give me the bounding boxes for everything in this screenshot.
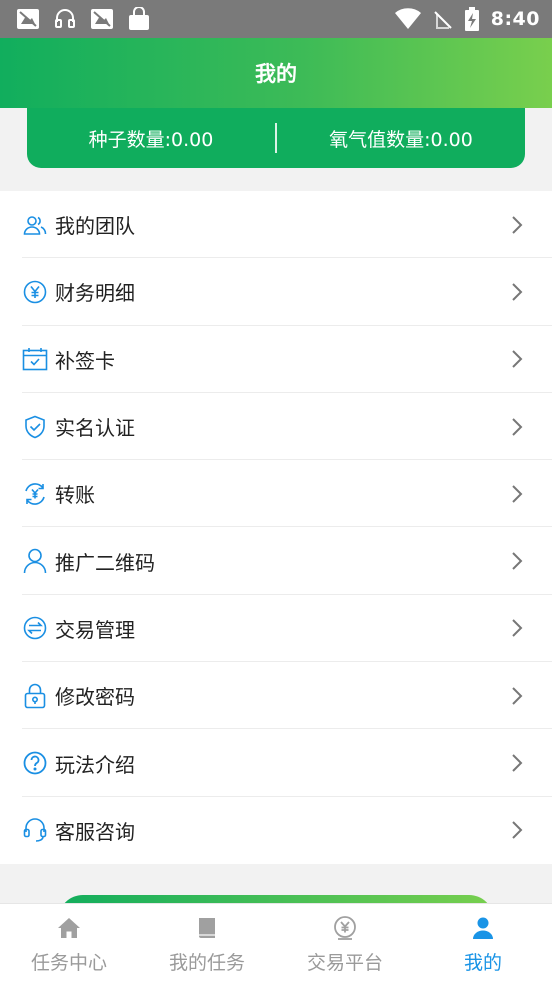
chevron-right-icon	[512, 350, 523, 368]
menu-item-transfer[interactable]: 转账	[0, 460, 552, 528]
lock-icon	[22, 683, 48, 709]
menu-item-label: 实名认证	[55, 416, 135, 441]
calendar-check-icon	[22, 346, 48, 372]
wifi-icon	[394, 8, 421, 30]
menu-item-customer-service[interactable]: 客服咨询	[0, 797, 552, 864]
oxygen-count: 氧气值数量:0.00	[329, 128, 473, 151]
chevron-right-icon	[512, 821, 523, 840]
clock: 8:40	[490, 8, 540, 30]
menu-item-promo-qrcode[interactable]: 推广二维码	[0, 527, 552, 596]
shopping-bag-icon	[127, 7, 151, 31]
status-bar: 8:40	[0, 0, 552, 38]
profile-page: 8:40 我的 种子数量:0.00 氧气值数量:0.00 我的团队 财务明细 补…	[0, 0, 552, 981]
menu-item-label: 推广二维码	[55, 550, 155, 575]
menu-item-label: 客服咨询	[55, 819, 135, 844]
tab-me[interactable]: 我的	[414, 904, 552, 981]
no-sim-icon	[433, 8, 453, 30]
question-icon	[22, 750, 48, 776]
chevron-right-icon	[512, 687, 523, 705]
menu-item-makeup-card[interactable]: 补签卡	[0, 326, 552, 394]
shield-check-icon	[22, 414, 48, 440]
menu-item-label: 交易管理	[55, 617, 135, 642]
user-icon	[22, 548, 48, 574]
tab-my-tasks[interactable]: 我的任务	[138, 904, 276, 981]
page-header: 我的	[0, 38, 552, 108]
menu-item-label: 财务明细	[55, 281, 135, 306]
battery-charging-icon	[464, 7, 479, 31]
menu-item-gameplay-guide[interactable]: 玩法介绍	[0, 729, 552, 797]
tab-label: 我的	[463, 952, 502, 974]
book-icon	[193, 914, 221, 942]
menu-item-real-name-verification[interactable]: 实名认证	[0, 393, 552, 461]
menu-item-label: 玩法介绍	[55, 752, 135, 777]
chevron-right-icon	[512, 754, 523, 772]
menu-item-label: 修改密码	[55, 685, 135, 710]
menu-item-change-password[interactable]: 修改密码	[0, 662, 552, 730]
chevron-right-icon	[512, 215, 523, 234]
menu-item-trade-management[interactable]: 交易管理	[0, 595, 552, 663]
home-icon	[55, 914, 83, 942]
page-title: 我的	[255, 62, 297, 86]
menu-item-label: 我的团队	[55, 214, 135, 239]
yen-circle-icon	[22, 279, 48, 305]
transfer-yen-icon	[22, 481, 48, 507]
chevron-right-icon	[512, 619, 523, 638]
menu-item-label: 转账	[55, 483, 95, 508]
tab-label: 我的任务	[168, 952, 245, 974]
chevron-right-icon	[512, 552, 523, 570]
menu-item-label: 补签卡	[55, 348, 115, 373]
bottom-tab-bar: 任务中心 我的任务 交易平台 我的	[0, 903, 552, 981]
tab-trading-platform[interactable]: 交易平台	[276, 904, 414, 981]
menu-item-my-team[interactable]: 我的团队	[0, 191, 552, 259]
image-icon	[16, 8, 40, 30]
yen-coin-icon	[331, 914, 359, 942]
chevron-right-icon	[512, 283, 523, 301]
chevron-right-icon	[512, 417, 523, 436]
tab-label: 任务中心	[30, 952, 107, 974]
headset-icon	[53, 7, 77, 31]
menu-item-finance-details[interactable]: 财务明细	[0, 258, 552, 326]
tab-task-center[interactable]: 任务中心	[0, 904, 138, 981]
balance-card: 种子数量:0.00 氧气值数量:0.00	[27, 108, 525, 168]
team-icon	[22, 212, 48, 238]
seed-count: 种子数量:0.00	[88, 128, 214, 151]
menu-list: 我的团队 财务明细 补签卡 实名认证 转账 推广二维码 交易管理 修改密码 玩法…	[0, 191, 552, 864]
headset-icon	[22, 817, 48, 843]
person-icon	[469, 914, 497, 942]
tab-label: 交易平台	[306, 952, 383, 974]
image-icon	[90, 8, 114, 30]
chevron-right-icon	[512, 485, 523, 503]
exchange-icon	[22, 615, 48, 641]
